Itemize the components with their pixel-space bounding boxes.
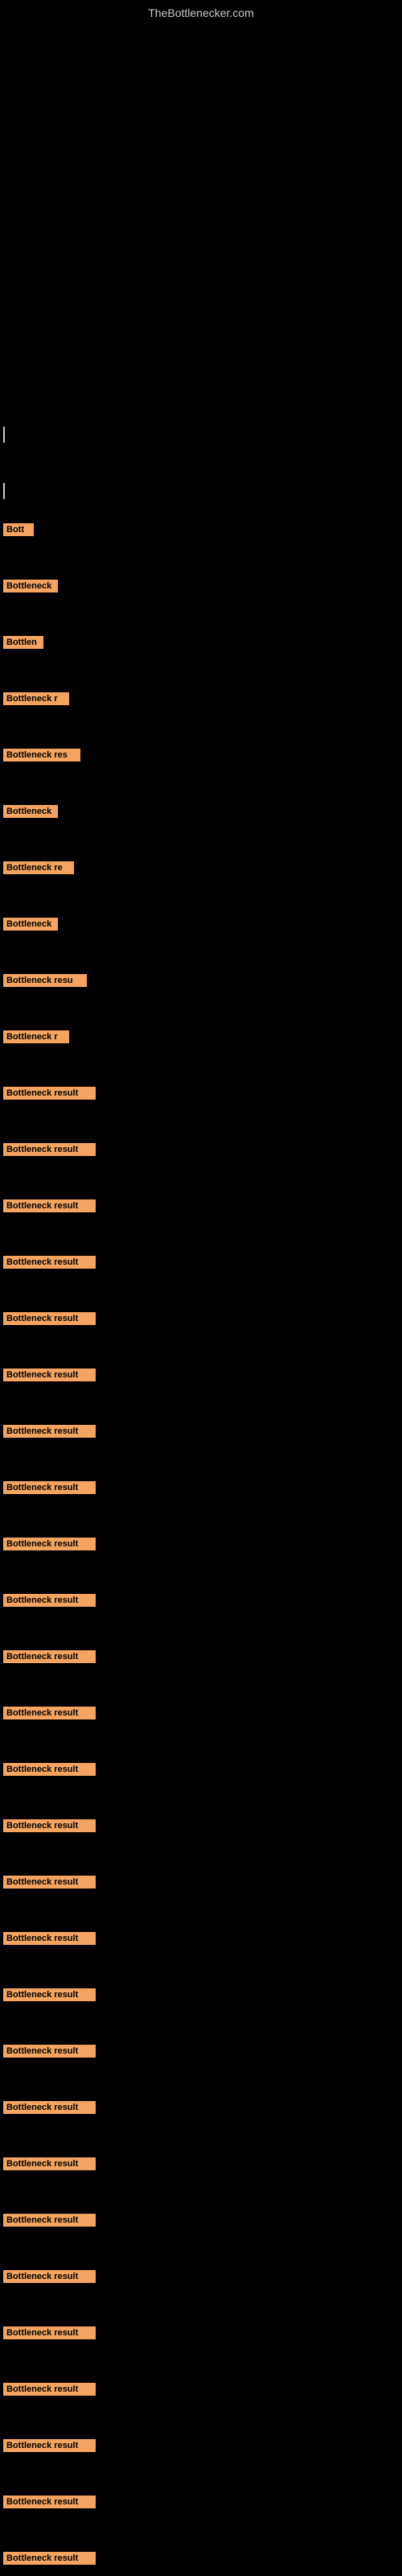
bottleneck-result-label[interactable]: Bottleneck re [3,861,74,874]
bottleneck-result-label[interactable]: Bottleneck result [3,1594,96,1607]
bottleneck-result-label[interactable]: Bottleneck result [3,2045,96,2058]
bottleneck-result-label[interactable]: Bottleneck result [3,1763,96,1776]
bottleneck-result-label[interactable]: Bottleneck res [3,749,80,762]
bottleneck-result-label[interactable]: Bottleneck [3,805,58,818]
bottleneck-result-label[interactable]: Bott [3,523,34,536]
bottleneck-result-label[interactable]: Bottleneck result [3,2383,96,2396]
site-title: TheBottlenecker.com [0,0,402,19]
cursor-bar-2 [3,483,5,499]
bottleneck-result-label[interactable]: Bottleneck [3,580,58,592]
bottleneck-result-label[interactable]: Bottleneck result [3,2439,96,2452]
bottleneck-result-label[interactable]: Bottleneck resu [3,974,87,987]
bottleneck-result-label[interactable]: Bottleneck result [3,1876,96,1889]
bottleneck-result-label[interactable]: Bottleneck result [3,1312,96,1325]
bottleneck-result-label[interactable]: Bottleneck result [3,2326,96,2339]
bottleneck-result-label[interactable]: Bottleneck result [3,1707,96,1719]
bottleneck-result-label[interactable]: Bottleneck result [3,1819,96,1832]
bottleneck-result-label[interactable]: Bottleneck result [3,1650,96,1663]
bottleneck-result-label[interactable]: Bottleneck result [3,1143,96,1156]
bottleneck-result-label[interactable]: Bottleneck result [3,2214,96,2227]
bottleneck-result-label[interactable]: Bottleneck result [3,1988,96,2001]
bottleneck-result-label[interactable]: Bottleneck result [3,1199,96,1212]
bottleneck-result-label[interactable]: Bottleneck result [3,1087,96,1100]
bottleneck-result-label[interactable]: Bottleneck result [3,1932,96,1945]
bottleneck-result-label[interactable]: Bottleneck result [3,1425,96,1438]
bottleneck-result-label[interactable]: Bottleneck result [3,1481,96,1494]
cursor-bar-1 [3,427,5,443]
bottleneck-result-label[interactable]: Bottleneck [3,918,58,931]
bottleneck-result-label[interactable]: Bottleneck result [3,2552,96,2565]
bottleneck-result-label[interactable]: Bottleneck result [3,1538,96,1550]
bottleneck-result-label[interactable]: Bottleneck result [3,1256,96,1269]
bottleneck-result-label[interactable]: Bottleneck result [3,2101,96,2114]
bottleneck-result-label[interactable]: Bottleneck result [3,2496,96,2508]
bottleneck-result-label[interactable]: Bottleneck r [3,1030,69,1043]
bottleneck-result-label[interactable]: Bottleneck result [3,2270,96,2283]
bottleneck-result-label[interactable]: Bottleneck result [3,1368,96,1381]
bottleneck-result-label[interactable]: Bottleneck result [3,2157,96,2170]
bottleneck-result-label[interactable]: Bottlen [3,636,43,649]
bottleneck-result-label[interactable]: Bottleneck r [3,692,69,705]
